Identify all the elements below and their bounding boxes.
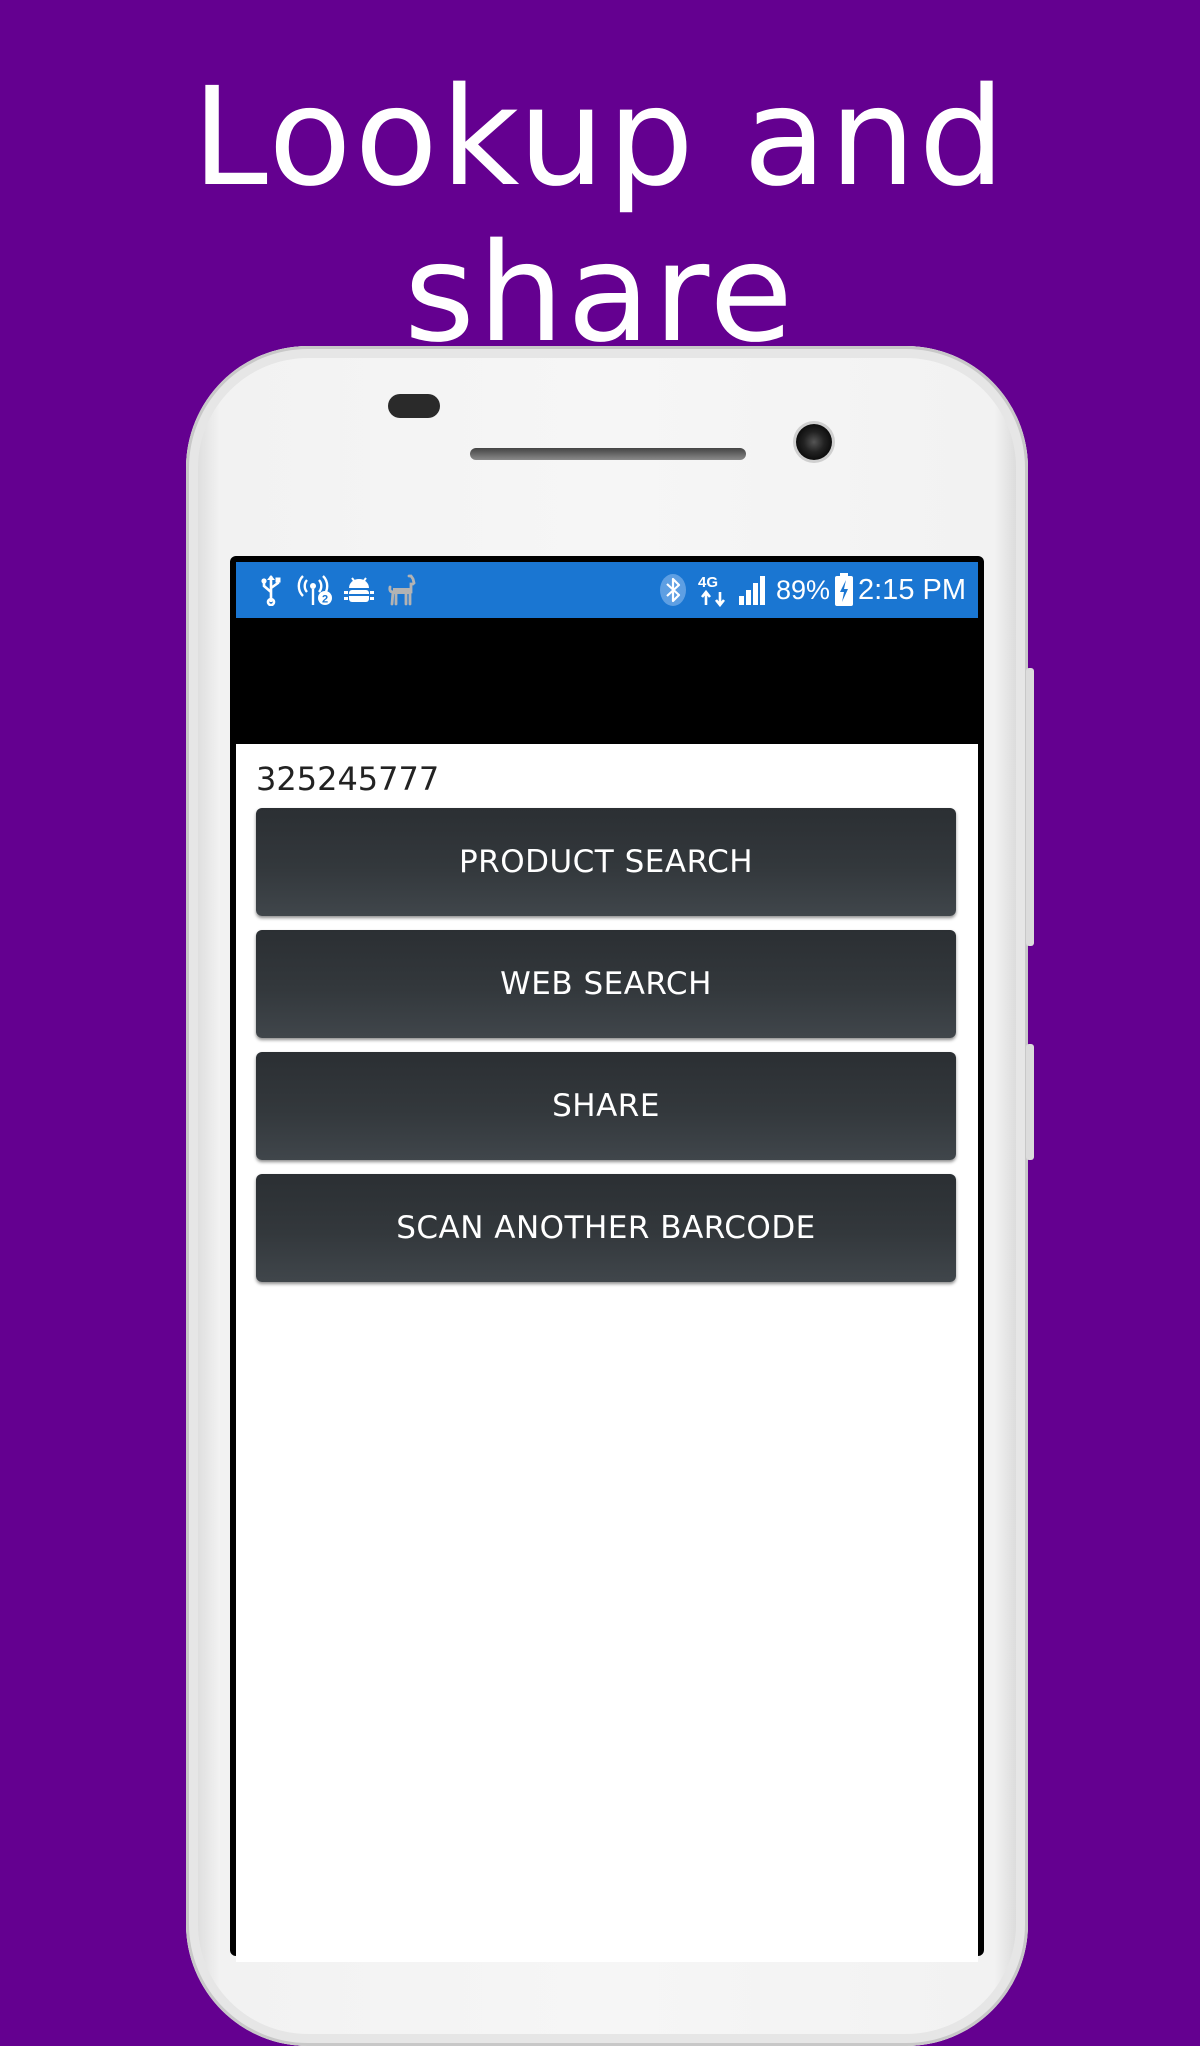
battery-percent: 89%	[776, 575, 831, 605]
scan-another-barcode-button[interactable]: SCAN ANOTHER BARCODE	[256, 1174, 956, 1282]
network-label: 4G	[698, 574, 718, 591]
volume-button	[1026, 668, 1034, 946]
share-button[interactable]: SHARE	[256, 1052, 956, 1160]
android-debug-icon	[342, 572, 376, 608]
bluetooth-icon	[656, 572, 690, 608]
barcode-value: 325245777	[256, 760, 440, 798]
usb-icon	[256, 572, 286, 608]
svg-text:2: 2	[322, 594, 328, 606]
status-bar: 2 4G 89% 2:15 PM	[236, 562, 978, 618]
headline: Lookup and share	[192, 59, 1008, 374]
llama-icon	[386, 572, 420, 608]
hotspot-icon: 2	[296, 572, 336, 608]
product-search-button[interactable]: PRODUCT SEARCH	[256, 808, 956, 916]
web-search-label: WEB SEARCH	[500, 966, 712, 1002]
scan-another-label: SCAN ANOTHER BARCODE	[396, 1210, 816, 1246]
web-search-button[interactable]: WEB SEARCH	[256, 930, 956, 1038]
signal-icon	[736, 572, 770, 608]
front-camera	[796, 424, 832, 460]
clock: 2:15 PM	[858, 574, 966, 606]
main-content: 325245777 PRODUCT SEARCH WEB SEARCH SHAR…	[236, 744, 978, 1962]
power-button	[1026, 1044, 1034, 1160]
proximity-sensor	[388, 394, 440, 418]
network-4g-icon: 4G	[698, 572, 734, 608]
battery-charging-icon	[832, 572, 856, 608]
action-bar	[236, 618, 978, 744]
phone-screen: 2 4G 89% 2:15 PM 325245777 PRODUCT SEARC…	[236, 562, 978, 1962]
share-label: SHARE	[552, 1088, 660, 1124]
earpiece-speaker	[470, 448, 746, 460]
product-search-label: PRODUCT SEARCH	[458, 844, 754, 880]
